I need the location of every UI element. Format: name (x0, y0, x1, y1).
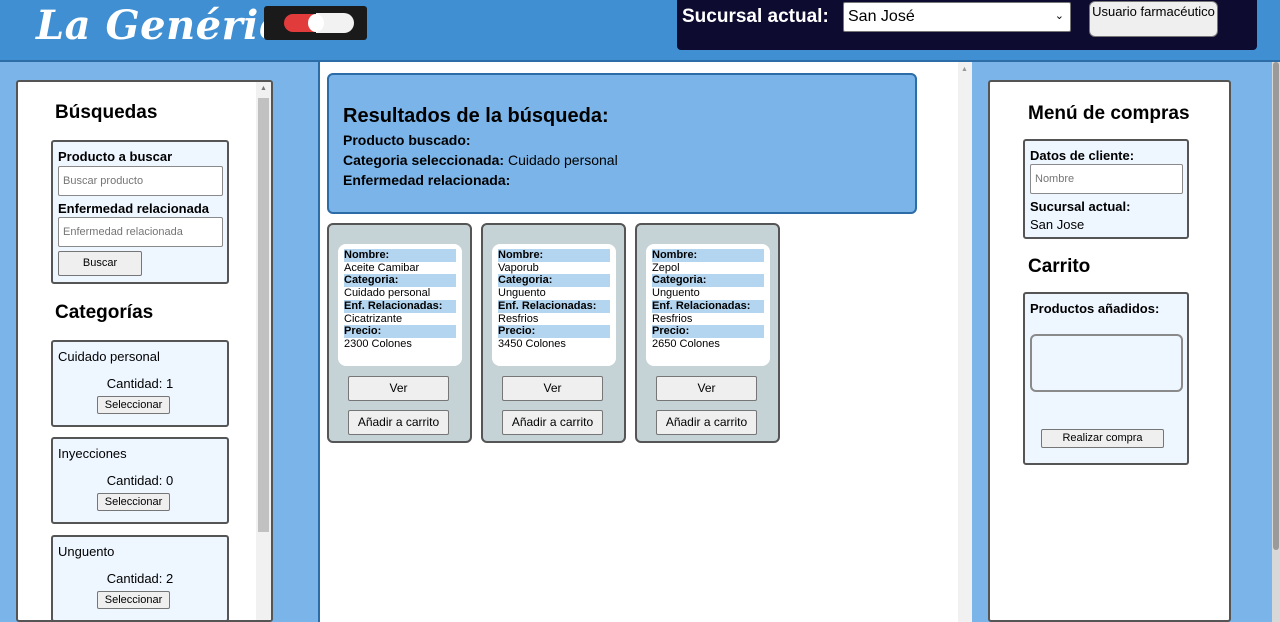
related-disease: Enfermedad relacionada: (343, 172, 511, 188)
product-category: Cuidado personal (344, 287, 431, 300)
product-name-label: Nombre: (498, 249, 610, 262)
client-data-form: Datos de cliente: Nombre Sucursal actual… (1023, 139, 1189, 239)
product-diseases-label: Enf. Relacionadas: (498, 299, 610, 313)
disease-search-input[interactable]: Enfermedad relacionada (58, 217, 223, 247)
product-price-label: Precio: (498, 325, 610, 338)
product-price: 2300 Colones (344, 337, 412, 350)
product-price: 3450 Colones (498, 337, 566, 350)
results-title: Resultados de la búsqueda: (343, 105, 609, 127)
product-name: Aceite Camibar (344, 261, 420, 274)
category-name: Unguento (58, 544, 115, 559)
branch-label: Sucursal actual: (682, 6, 829, 27)
search-button[interactable]: Buscar (58, 251, 142, 276)
app-header: La Genérica Sucursal actual: San José ⌄ … (0, 0, 1280, 62)
searches-title: Búsquedas (55, 102, 158, 123)
purchase-menu: Menú de compras Datos de cliente: Nombre… (988, 80, 1231, 622)
product-price: 2650 Colones (652, 337, 720, 350)
product-diseases: Resfrios (498, 312, 539, 325)
view-product-button[interactable]: Ver (502, 376, 603, 401)
client-name-input[interactable]: Nombre (1030, 164, 1183, 194)
checkout-button[interactable]: Realizar compra (1041, 429, 1164, 448)
product-diseases: Cicatrizante (344, 312, 403, 325)
product-diseases-label: Enf. Relacionadas: (652, 299, 764, 313)
client-data-label: Datos de cliente: (1030, 148, 1135, 163)
client-branch-label: Sucursal actual: (1030, 199, 1131, 214)
product-card: Nombre: Vaporub Categoria: Unguento Enf.… (481, 223, 626, 443)
category-quantity: Cantidad: 2 (106, 571, 174, 586)
product-price-label: Precio: (344, 325, 456, 338)
product-category-label: Categoria: (344, 274, 456, 288)
product-info: Nombre: Zepol Categoria: Unguento Enf. R… (646, 244, 770, 366)
cart-title: Carrito (1028, 256, 1091, 277)
user-button[interactable]: Usuario farmacéutico (1089, 1, 1218, 37)
product-diseases: Resfrios (652, 312, 693, 325)
scrollbar-thumb[interactable] (1273, 62, 1279, 550)
purchase-menu-title: Menú de compras (1028, 103, 1190, 124)
product-category-label: Categoria: (498, 274, 610, 288)
branch-bar: Sucursal actual: San José ⌄ Usuario farm… (677, 0, 1257, 50)
chevron-down-icon: ⌄ (1054, 10, 1064, 22)
category-name: Inyecciones (58, 446, 127, 461)
categories-title: Categorías (55, 302, 154, 323)
scroll-up-icon[interactable]: ▲ (260, 85, 267, 92)
category-name: Cuidado personal (58, 349, 160, 364)
branch-select-value: San José (848, 8, 915, 25)
add-to-cart-button[interactable]: Añadir a carrito (348, 410, 449, 435)
product-info: Nombre: Aceite Camibar Categoria: Cuidad… (338, 244, 462, 366)
category-quantity: Cantidad: 1 (106, 376, 174, 391)
product-name: Vaporub (498, 261, 539, 274)
product-name: Zepol (652, 261, 680, 274)
product-name-label: Nombre: (652, 249, 764, 262)
cart-items-area[interactable] (1030, 334, 1183, 392)
cart-box: Productos añadidos: Realizar compra (1023, 292, 1189, 465)
search-sidebar: Búsquedas Producto a buscar Buscar produ… (16, 80, 273, 622)
main-scrollbar[interactable]: ▲ (958, 62, 972, 622)
product-category: Unguento (652, 287, 700, 300)
select-category-button[interactable]: Seleccionar (97, 591, 170, 609)
category-card: Inyecciones Cantidad: 0 Seleccionar (51, 437, 229, 524)
product-search-input[interactable]: Buscar producto (58, 166, 223, 196)
product-card: Nombre: Aceite Camibar Categoria: Cuidad… (327, 223, 472, 443)
disease-search-label: Enfermedad relacionada (58, 201, 209, 216)
scrollbar-thumb[interactable] (258, 98, 269, 532)
sidebar-scrollbar[interactable]: ▲ (256, 82, 271, 620)
search-form: Producto a buscar Buscar producto Enferm… (51, 140, 229, 284)
branch-select[interactable]: San José ⌄ (843, 2, 1071, 32)
category-card: Unguento Cantidad: 2 Seleccionar (51, 535, 229, 620)
add-to-cart-button[interactable]: Añadir a carrito (502, 410, 603, 435)
added-products-label: Productos añadidos: (1030, 301, 1160, 316)
product-diseases-label: Enf. Relacionadas: (344, 299, 456, 313)
selected-category: Categoria seleccionada: Cuidado personal (343, 152, 618, 168)
pill-logo-icon (264, 6, 367, 40)
add-to-cart-button[interactable]: Añadir a carrito (656, 410, 757, 435)
product-card: Nombre: Zepol Categoria: Unguento Enf. R… (635, 223, 780, 443)
category-card: Cuidado personal Cantidad: 1 Seleccionar (51, 340, 229, 427)
search-results-summary: Resultados de la búsqueda: Producto busc… (327, 73, 917, 214)
client-branch-value: San Jose (1030, 217, 1085, 232)
product-category-label: Categoria: (652, 274, 764, 288)
view-product-button[interactable]: Ver (348, 376, 449, 401)
scroll-up-icon[interactable]: ▲ (961, 66, 968, 73)
select-category-button[interactable]: Seleccionar (97, 396, 170, 414)
view-product-button[interactable]: Ver (656, 376, 757, 401)
product-category: Unguento (498, 287, 546, 300)
product-search-label: Producto a buscar (58, 149, 173, 164)
searched-product: Producto buscado: (343, 132, 471, 148)
product-info: Nombre: Vaporub Categoria: Unguento Enf.… (492, 244, 616, 366)
category-quantity: Cantidad: 0 (106, 473, 174, 488)
product-price-label: Precio: (652, 325, 764, 338)
product-name-label: Nombre: (344, 249, 456, 262)
page-scrollbar[interactable] (1272, 62, 1280, 622)
select-category-button[interactable]: Seleccionar (97, 493, 170, 511)
